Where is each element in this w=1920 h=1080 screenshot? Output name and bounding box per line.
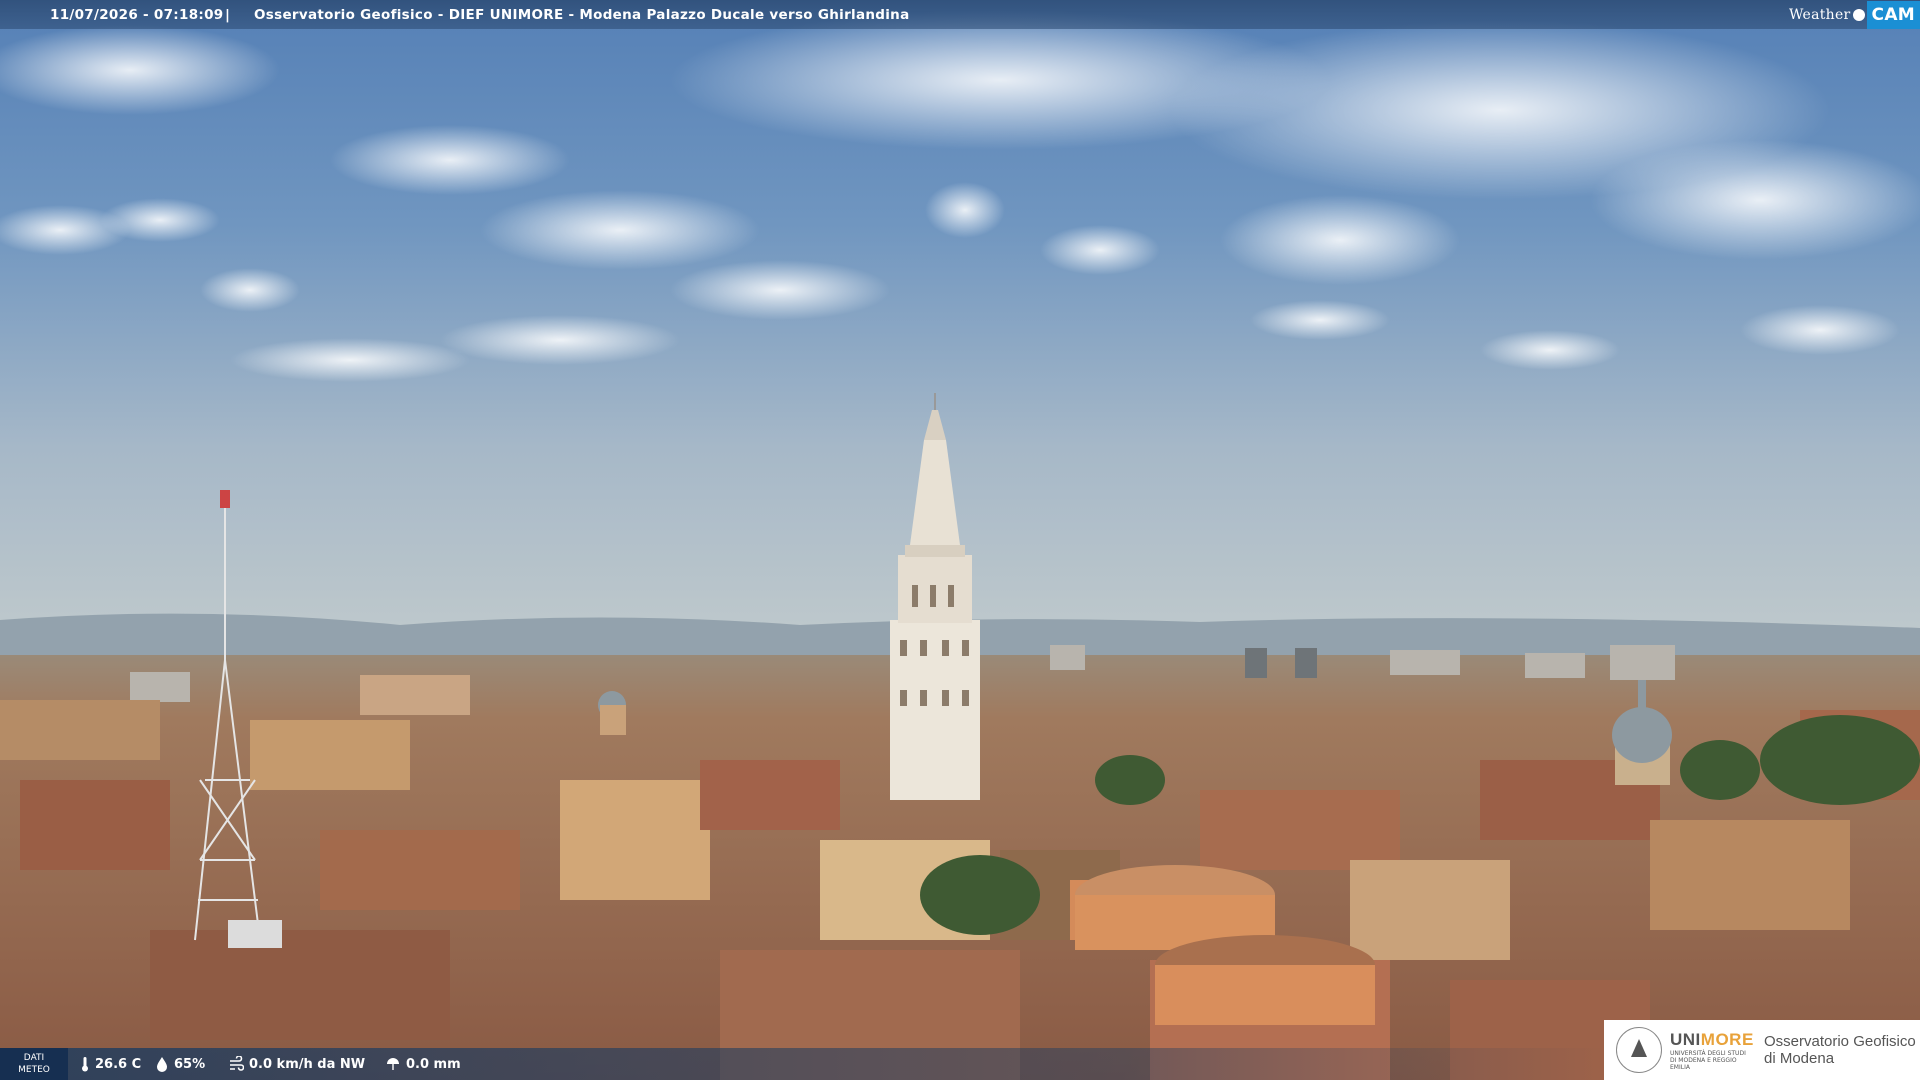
- brand-more: MORE: [1700, 1029, 1754, 1049]
- humidity-value: 65%: [174, 1056, 206, 1072]
- weather-data-label: DATI METEO: [0, 1048, 68, 1080]
- unimore-brand: UNIMORE UNIVERSITÀ DEGLI STUDI DI MODENA…: [1670, 1030, 1754, 1071]
- weathercam-logo-word: Weather: [1788, 6, 1851, 23]
- brand-uni: UNI: [1670, 1029, 1701, 1049]
- wind-value: 0.0 km/h da NW: [249, 1056, 366, 1072]
- rain-reading: 0.0 mm: [385, 1056, 461, 1072]
- title-separator: |: [225, 7, 231, 23]
- rain-value: 0.0 mm: [406, 1056, 461, 1072]
- unimore-badge: UNIMORE UNIVERSITÀ DEGLI STUDI DI MODENA…: [1604, 1020, 1920, 1080]
- humidity-drop-icon: [157, 1057, 167, 1072]
- weathercam-logo-cam: CAM: [1866, 0, 1920, 29]
- wind-icon: [230, 1056, 244, 1071]
- top-info-bar: 11/07/2026 - 07:18:09 | Osservatorio Geo…: [0, 0, 1920, 29]
- weathercam-logo: Weather CAM: [1789, 0, 1920, 29]
- observatory-line2: di Modena: [1764, 1050, 1835, 1067]
- observatory-name: Osservatorio Geofisico di Modena: [1764, 1033, 1916, 1067]
- thermometer-icon: [82, 1057, 88, 1072]
- observatory-line1: Osservatorio Geofisico: [1764, 1033, 1916, 1050]
- temperature-value: 26.6 C: [95, 1056, 142, 1072]
- weather-data-label-line1: DATI: [23, 1053, 45, 1063]
- datetime-stamp: 11/07/2026 - 07:18:09: [50, 7, 224, 23]
- wind-reading: 0.0 km/h da NW: [228, 1056, 365, 1072]
- brand-subtitle: UNIVERSITÀ DEGLI STUDI DI MODENA E REGGI…: [1670, 1049, 1746, 1071]
- weather-data-label-line2: METEO: [18, 1065, 50, 1075]
- weather-data-bar: DATI METEO 26.6 C 65% 0.0 km/h da NW 0.0…: [0, 1048, 1605, 1080]
- humidity-reading: 65%: [155, 1056, 205, 1072]
- rain-icon: [387, 1058, 399, 1070]
- webcam-city-view: [0, 0, 1920, 1080]
- camera-title: Osservatorio Geofisico - DIEF UNIMORE - …: [254, 7, 910, 23]
- university-seal-icon: [1616, 1027, 1662, 1073]
- temperature-reading: 26.6 C: [80, 1056, 141, 1072]
- weathercam-dot-icon: [1852, 8, 1865, 21]
